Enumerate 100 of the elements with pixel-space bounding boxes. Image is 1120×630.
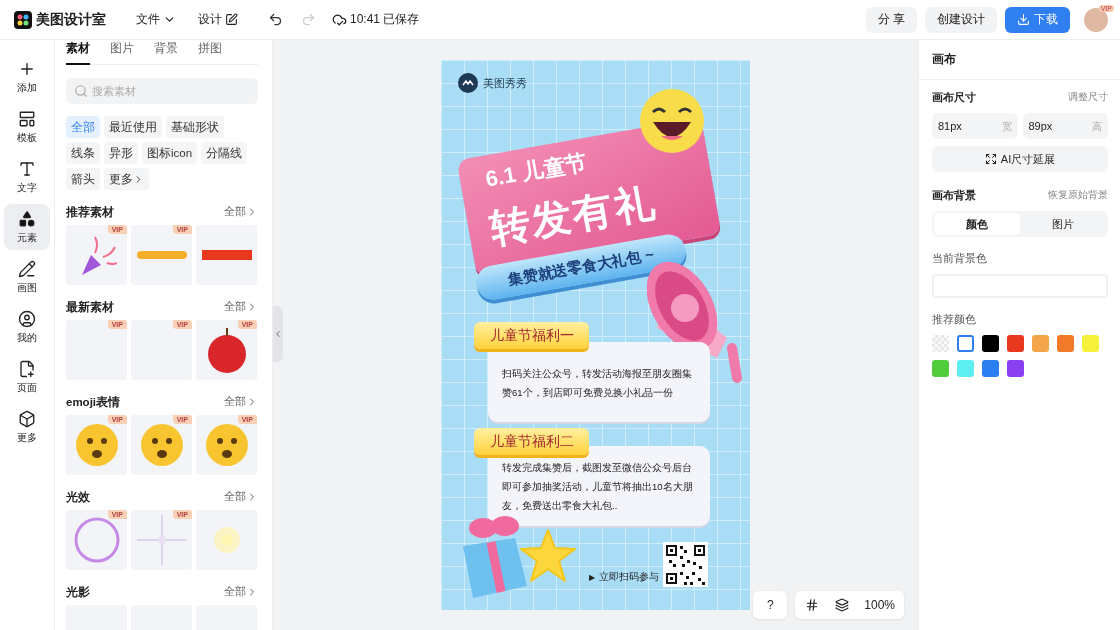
grid-icon bbox=[805, 598, 820, 612]
color-swatch[interactable] bbox=[1007, 360, 1024, 377]
section-title: 光影 bbox=[66, 584, 90, 600]
more-icon bbox=[18, 409, 36, 428]
color-swatch[interactable] bbox=[932, 360, 949, 377]
text-icon bbox=[18, 159, 36, 178]
panel-tab[interactable]: 背景 bbox=[154, 40, 178, 65]
material-tile[interactable] bbox=[196, 510, 257, 570]
rail-item[interactable]: 模板 bbox=[4, 104, 50, 150]
poster-artboard[interactable]: 美图秀秀 6.1 儿童节 转发有礼 集赞就送零食大礼包 ~ 儿童节福利一 扫码关注公众号，转发活动海报至朋友圈集赞61个，到店即可免费兑换小礼品一份 儿童节福利二 转发完成集赞后，截图发至微信公众号后台即可参加抽奖活动，儿童节将抽出10名大朋友，免费送出零食大礼包.. ▶ 立即扫码参与 bbox=[441, 60, 750, 610]
material-tile[interactable] bbox=[196, 225, 257, 285]
category-chip[interactable]: 基础形状 bbox=[166, 116, 224, 138]
brush-stroke-icon bbox=[136, 250, 187, 260]
element-icon bbox=[18, 209, 36, 228]
section-title: emoji表情 bbox=[66, 394, 121, 410]
logo-icon bbox=[14, 10, 32, 29]
search-field[interactable]: 搜索素材 bbox=[66, 78, 258, 104]
section-title: 画布尺寸 bbox=[932, 90, 976, 105]
panel-tab[interactable]: 拼图 bbox=[198, 40, 222, 65]
section-title: 最新素材 bbox=[66, 299, 114, 315]
brand-logo-icon bbox=[458, 73, 478, 93]
download-icon bbox=[1017, 13, 1030, 26]
color-swatch[interactable] bbox=[1082, 335, 1099, 352]
brand-name: 美图秀秀 bbox=[483, 75, 527, 91]
category-chip[interactable]: 最近使用 bbox=[104, 116, 162, 138]
design-menu[interactable]: 设计 bbox=[194, 9, 242, 30]
rail-item[interactable]: 更多 bbox=[4, 404, 50, 450]
category-chip[interactable]: 线条 bbox=[66, 142, 100, 164]
rail-item[interactable]: 画图 bbox=[4, 254, 50, 300]
section-title: 推荐素材 bbox=[66, 204, 114, 220]
zoom-level[interactable]: 100% bbox=[859, 591, 900, 619]
category-chip[interactable]: 分隔线 bbox=[201, 142, 248, 164]
emoji-face-icon bbox=[203, 422, 250, 468]
file-menu[interactable]: 文件 bbox=[132, 9, 180, 30]
search-icon bbox=[74, 84, 88, 98]
cloud-icon bbox=[332, 12, 347, 27]
mine-icon bbox=[18, 309, 36, 328]
rectangle-icon bbox=[201, 250, 252, 260]
field-label: 推荐颜色 bbox=[932, 312, 977, 327]
benefit-tag: 儿童节福利一 bbox=[474, 322, 589, 349]
see-all-link[interactable]: 全部 bbox=[224, 205, 258, 219]
template-icon bbox=[18, 109, 36, 128]
benefit-tag: 儿童节福利二 bbox=[474, 428, 589, 455]
app-name: 美图设计室 bbox=[36, 10, 106, 29]
section-title: 画布背景 bbox=[932, 188, 976, 203]
cta-text: 立即扫码参与 bbox=[599, 571, 660, 584]
segment-tab[interactable]: 颜色 bbox=[934, 213, 1020, 235]
resize-link[interactable]: 调整尺寸 bbox=[1068, 91, 1108, 104]
see-all-link[interactable]: 全部 bbox=[224, 490, 258, 504]
header-button[interactable]: 分 享 bbox=[865, 6, 917, 33]
panel-title: 画布 bbox=[932, 51, 956, 68]
bubble-ring-icon bbox=[72, 516, 121, 564]
edit-icon bbox=[225, 13, 238, 26]
qr-code-icon bbox=[663, 542, 708, 587]
see-all-link[interactable]: 全部 bbox=[224, 300, 258, 314]
unit-label: 宽 bbox=[1001, 120, 1012, 134]
color-swatch[interactable] bbox=[1032, 335, 1049, 352]
segment-tab[interactable]: 图片 bbox=[1020, 213, 1106, 235]
rail-item[interactable]: 我的 bbox=[4, 304, 50, 350]
see-all-link[interactable]: 全部 bbox=[224, 585, 258, 599]
page-icon bbox=[18, 359, 36, 378]
color-swatch[interactable] bbox=[932, 335, 949, 352]
ai-expand-button[interactable]: AI尺寸延展 bbox=[932, 146, 1108, 172]
app-logo[interactable]: 美图设计室 bbox=[14, 10, 106, 29]
poster-subtitle: 6.1 儿童节 bbox=[483, 148, 590, 194]
category-chip[interactable]: 箭头 bbox=[66, 168, 100, 190]
rail-item[interactable]: 文字 bbox=[4, 154, 50, 200]
rail-item[interactable]: 元素 bbox=[4, 204, 50, 250]
color-swatch[interactable] bbox=[982, 360, 999, 377]
category-chip[interactable]: 异形 bbox=[104, 142, 138, 164]
emoji-face-icon bbox=[73, 422, 120, 468]
color-swatch[interactable] bbox=[1007, 335, 1024, 352]
collapse-handle[interactable] bbox=[273, 306, 283, 362]
star-drawing bbox=[519, 528, 577, 584]
more-chip[interactable]: 更多 bbox=[104, 168, 149, 190]
header-button[interactable]: 创建设计 bbox=[925, 6, 997, 33]
emoji-face-icon bbox=[138, 422, 185, 468]
category-chip[interactable]: 图标icon bbox=[142, 142, 198, 164]
reset-background-link[interactable]: 恢复原始背景 bbox=[1048, 189, 1108, 202]
download-button[interactable]: 下载 bbox=[1005, 6, 1070, 33]
benefit-text: 扫码关注公众号，转发活动海报至朋友圈集赞61个，到店即可免费兑换小礼品一份 bbox=[488, 342, 710, 422]
see-all-link[interactable]: 全部 bbox=[224, 395, 258, 409]
play-arrow: ▶ bbox=[589, 573, 596, 582]
expand-icon bbox=[984, 153, 997, 165]
glow-icon bbox=[211, 525, 242, 555]
color-swatch[interactable] bbox=[982, 335, 999, 352]
color-swatch[interactable] bbox=[1057, 335, 1074, 352]
category-chip[interactable]: 全部 bbox=[66, 116, 100, 138]
laughing-emoji-drawing bbox=[639, 88, 705, 154]
layers-icon bbox=[835, 598, 850, 612]
panel-tab[interactable]: 素材 bbox=[66, 40, 90, 65]
color-swatch[interactable] bbox=[957, 335, 974, 352]
save-status: 10:41 已保存 bbox=[350, 11, 420, 28]
field-label: 当前背景色 bbox=[932, 251, 988, 266]
rail-item[interactable]: 页面 bbox=[4, 354, 50, 400]
section-title: 光效 bbox=[66, 489, 90, 505]
rail-item[interactable]: 添加 bbox=[4, 54, 50, 100]
draw-icon bbox=[18, 259, 36, 278]
panel-tab[interactable]: 图片 bbox=[110, 40, 134, 65]
color-swatch[interactable] bbox=[957, 360, 974, 377]
